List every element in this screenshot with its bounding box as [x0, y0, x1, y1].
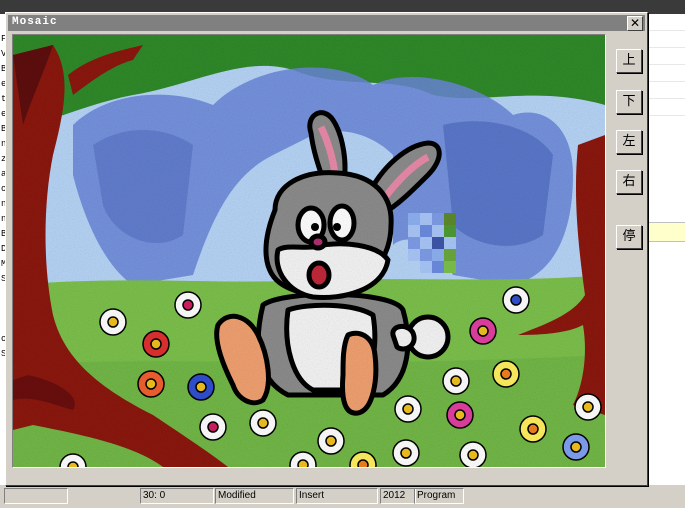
background-right-panel — [646, 14, 685, 484]
window-title: Mosaic — [12, 16, 58, 28]
status-cell — [4, 488, 68, 504]
status-cell: Insert — [296, 488, 378, 504]
window-titlebar[interactable]: Mosaic ✕ — [8, 15, 645, 31]
status-cell: Modified — [215, 488, 294, 504]
mosaic-window: Mosaic ✕ 上 下 左 右 停 — [5, 12, 648, 486]
status-cell: 30: 0 — [140, 488, 214, 504]
close-icon: ✕ — [629, 16, 641, 30]
status-cell: 2012 — [380, 488, 416, 504]
background-status-bar: 30: 0 Modified Insert 2012 Program — [0, 484, 685, 508]
background-selected-row — [646, 222, 685, 242]
move-left-button[interactable]: 左 — [616, 130, 642, 154]
move-right-button[interactable]: 右 — [616, 170, 642, 194]
close-button[interactable]: ✕ — [627, 16, 643, 31]
rabbit-picture — [13, 35, 605, 467]
stop-button[interactable]: 停 — [616, 225, 642, 249]
move-up-button[interactable]: 上 — [616, 49, 642, 73]
move-down-button[interactable]: 下 — [616, 90, 642, 114]
status-cell: Program — [414, 488, 464, 504]
mosaic-image — [12, 34, 606, 468]
